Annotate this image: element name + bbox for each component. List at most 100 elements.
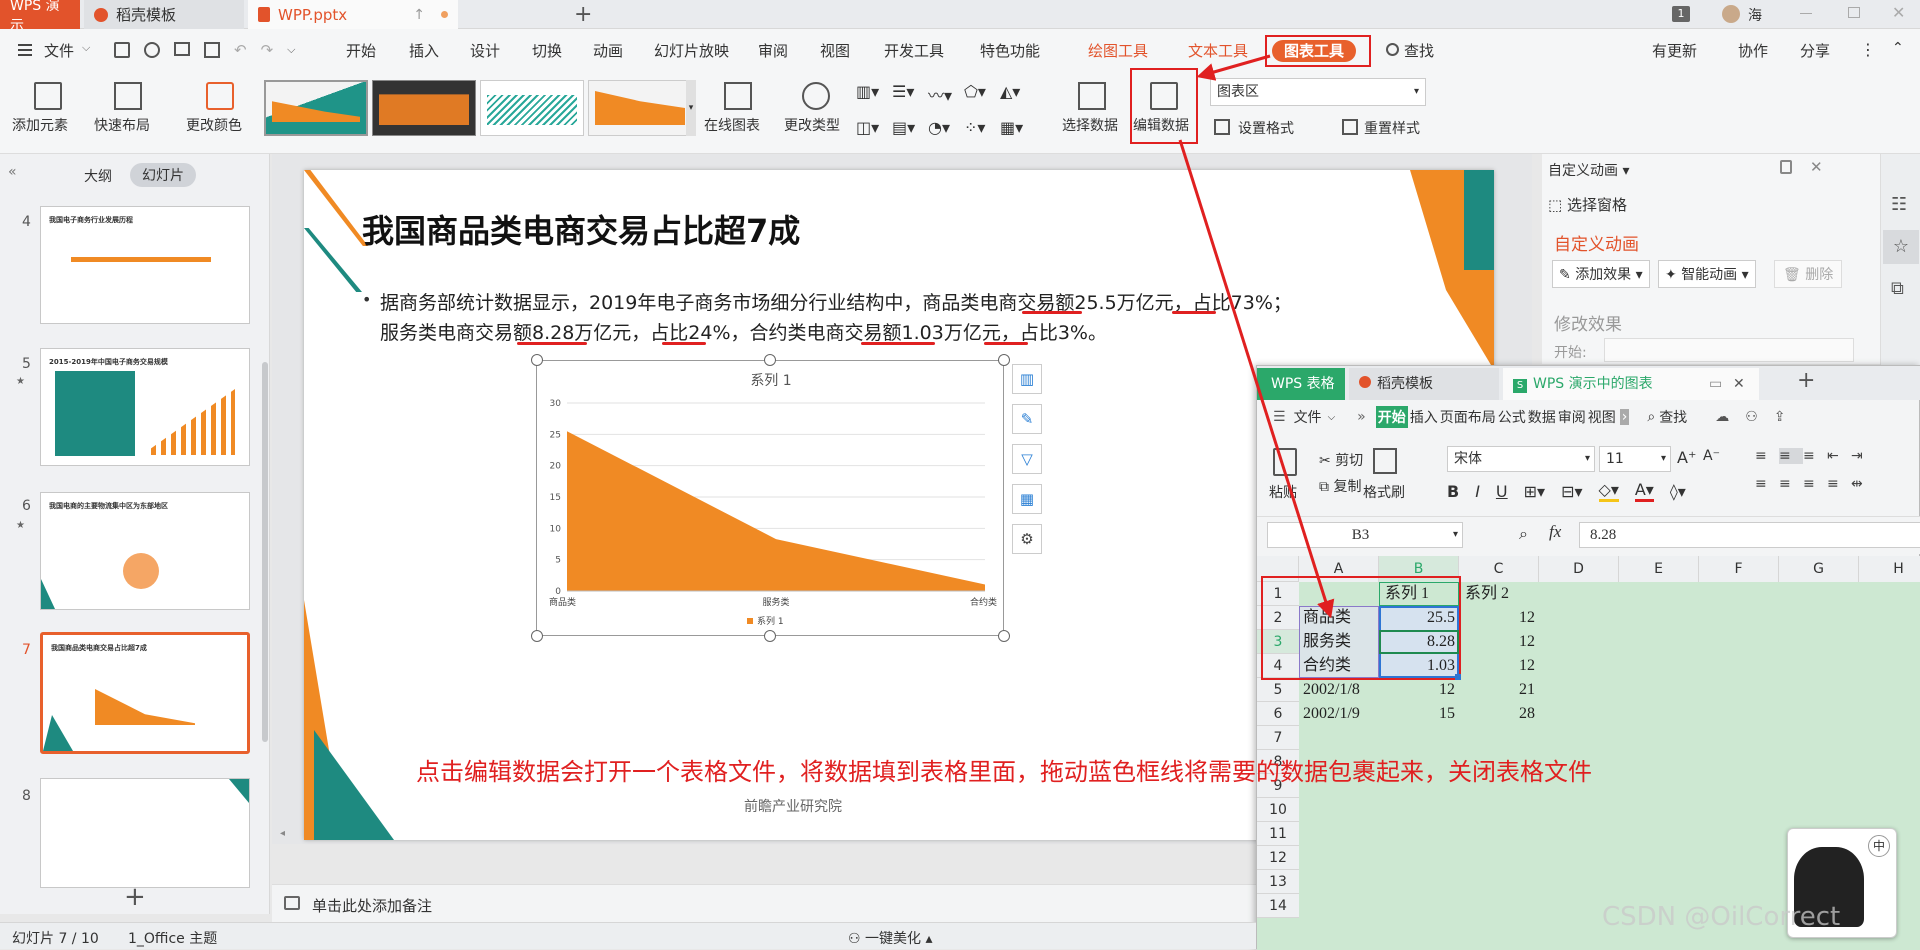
- resize-handle[interactable]: [531, 354, 543, 366]
- menu-home[interactable]: 开始: [1375, 406, 1408, 428]
- resize-handle[interactable]: [998, 630, 1010, 642]
- stock-chart-icon[interactable]: ▤▾: [892, 118, 928, 139]
- cell-c4[interactable]: 12: [1459, 654, 1535, 678]
- tab-docer-templates[interactable]: 稻壳模板: [84, 0, 244, 29]
- chart-style-2[interactable]: [372, 80, 476, 136]
- column-chart-icon[interactable]: ▥▾: [856, 82, 892, 108]
- window-count-badge[interactable]: 1: [1672, 6, 1690, 22]
- font-select[interactable]: 宋体 ▾: [1447, 446, 1595, 472]
- cell-c6[interactable]: 28: [1459, 702, 1535, 726]
- row-header[interactable]: 13: [1257, 870, 1299, 894]
- fx-icon[interactable]: fx: [1549, 522, 1561, 542]
- add-element-button[interactable]: 添加元素: [12, 115, 68, 135]
- restore-icon[interactable]: ▭: [1709, 368, 1722, 400]
- format-painter-button[interactable]: 格式刷: [1363, 482, 1405, 502]
- more-icon[interactable]: ⌵: [287, 42, 295, 58]
- menu-animation[interactable]: 动画: [593, 40, 623, 62]
- cloud-icon[interactable]: ☁: [1715, 409, 1729, 425]
- update-button[interactable]: 有更新: [1652, 40, 1697, 62]
- collaborate-button[interactable]: 协作: [1738, 40, 1768, 62]
- settings-sliders-icon[interactable]: ☷: [1891, 194, 1907, 215]
- indent-increase-icon[interactable]: ⇥: [1851, 448, 1875, 464]
- redo-icon[interactable]: ↷: [261, 42, 274, 58]
- map-chart-icon[interactable]: ◫▾: [856, 118, 892, 139]
- chart-style-3[interactable]: [480, 80, 584, 136]
- menu-view[interactable]: 视图: [1588, 407, 1616, 427]
- change-color-button[interactable]: 更改颜色: [186, 115, 242, 135]
- scatter-chart-icon[interactable]: ⁘▾: [964, 118, 1000, 139]
- resize-handle[interactable]: [764, 354, 776, 366]
- save-icon[interactable]: [114, 42, 130, 58]
- align-middle-icon[interactable]: ≡: [1779, 448, 1803, 464]
- line-chart-icon[interactable]: 〰▾: [928, 82, 964, 108]
- new-tab-button[interactable]: +: [574, 2, 592, 27]
- chart-style-4[interactable]: [588, 80, 692, 136]
- menu-slideshow[interactable]: 幻灯片放映: [654, 40, 729, 62]
- menu-design[interactable]: 设计: [470, 40, 500, 62]
- cell-b4[interactable]: 1.03: [1379, 654, 1455, 678]
- menu-search[interactable]: 查找: [1659, 407, 1687, 427]
- menu-file[interactable]: 文件: [1294, 407, 1322, 427]
- slide-thumbnail-4[interactable]: 我国电子商务行业发展历程: [40, 206, 250, 324]
- border-button[interactable]: ⊞▾: [1524, 482, 1545, 501]
- close-icon[interactable]: ✕: [1810, 158, 1823, 176]
- name-box[interactable]: B3 ▾: [1267, 522, 1463, 548]
- menu-insert[interactable]: 插入: [409, 40, 439, 62]
- chart-elements-button[interactable]: ▥: [1012, 364, 1042, 394]
- radar-chart-icon[interactable]: ⬠▾: [964, 82, 1000, 108]
- resize-handle[interactable]: [998, 354, 1010, 366]
- search-icon[interactable]: [1386, 43, 1399, 56]
- cell-a4[interactable]: 合约类: [1303, 654, 1351, 678]
- cell-c2[interactable]: 12: [1459, 606, 1535, 630]
- clear-format-button[interactable]: ◊▾: [1670, 482, 1686, 501]
- bar-chart-icon[interactable]: ☰▾: [892, 82, 928, 108]
- change-type-icon[interactable]: [802, 82, 830, 110]
- cell-b6[interactable]: 15: [1379, 702, 1455, 726]
- chart-style-button[interactable]: ✎: [1012, 404, 1042, 434]
- smart-animation-button[interactable]: ✦ 智能动画 ▾: [1658, 260, 1756, 288]
- formula-input[interactable]: 8.28: [1579, 522, 1920, 548]
- format-painter-icon[interactable]: [1373, 448, 1397, 474]
- cell-c5[interactable]: 21: [1459, 678, 1535, 702]
- menu-home[interactable]: 开始: [346, 40, 376, 62]
- column-header-f[interactable]: F: [1699, 556, 1779, 582]
- cell-c3[interactable]: 12: [1459, 630, 1535, 654]
- quick-layout-icon[interactable]: [114, 82, 142, 110]
- menu-page-layout[interactable]: 页面布局: [1440, 407, 1496, 427]
- resize-handle[interactable]: [764, 630, 776, 642]
- indent-decrease-icon[interactable]: ⇤: [1827, 448, 1851, 464]
- justify-icon[interactable]: ≡: [1827, 476, 1851, 492]
- theme-name[interactable]: 1_Office 主题: [128, 928, 217, 948]
- row-header[interactable]: 14: [1257, 894, 1299, 918]
- slide-thumbnail-6[interactable]: 我国电商的主要物流集中区为东部地区: [40, 492, 250, 610]
- horizontal-scroll-left[interactable]: ◂: [280, 828, 285, 839]
- chart-area-select[interactable]: 图表区 ▾: [1210, 78, 1426, 106]
- collaborate-icon[interactable]: ⚇: [1745, 409, 1758, 425]
- zoom-icon[interactable]: ⌕: [1519, 524, 1528, 544]
- paste-icon[interactable]: [1273, 448, 1297, 476]
- chart-frame[interactable]: 0 5 10 15 20 25 30 商品类 服务类 合约类 系列 1 系列 1: [536, 360, 1004, 636]
- row-header[interactable]: 12: [1257, 846, 1299, 870]
- tab-sheet-docer[interactable]: 稻壳模板: [1349, 368, 1499, 400]
- align-left-icon[interactable]: ≡: [1755, 476, 1779, 492]
- menu-file[interactable]: 文件: [44, 40, 74, 62]
- notes-bar[interactable]: 单击此处添加备注: [272, 884, 1256, 922]
- select-data-button[interactable]: 选择数据: [1062, 115, 1118, 135]
- undo-icon[interactable]: ↶: [234, 42, 247, 58]
- menu-view[interactable]: 视图: [820, 40, 850, 62]
- search-icon[interactable]: ⌕: [1647, 409, 1655, 425]
- start-select[interactable]: [1604, 338, 1854, 362]
- tab-wpp-file[interactable]: WPP.pptx ↑: [248, 0, 458, 29]
- chart-style-1[interactable]: [264, 80, 368, 136]
- tab-wps-spreadsheet[interactable]: WPS 表格: [1257, 368, 1345, 400]
- quick-layout-button[interactable]: 快速布局: [94, 115, 150, 135]
- slide-thumbnail-7-selected[interactable]: 我国商品类电商交易占比超7成: [40, 632, 250, 754]
- shrink-font-button[interactable]: A⁻: [1703, 448, 1720, 464]
- slide-thumbnail-5[interactable]: 2015-2019年中国电子商务交易规模: [40, 348, 250, 466]
- distribute-icon[interactable]: ⇹: [1851, 476, 1875, 492]
- menu-text-tools[interactable]: 文本工具: [1188, 40, 1248, 62]
- menu-features[interactable]: 特色功能: [980, 40, 1040, 62]
- select-data-icon[interactable]: [1078, 82, 1106, 110]
- add-element-icon[interactable]: [34, 82, 62, 110]
- animation-star-button[interactable]: ☆: [1883, 230, 1919, 264]
